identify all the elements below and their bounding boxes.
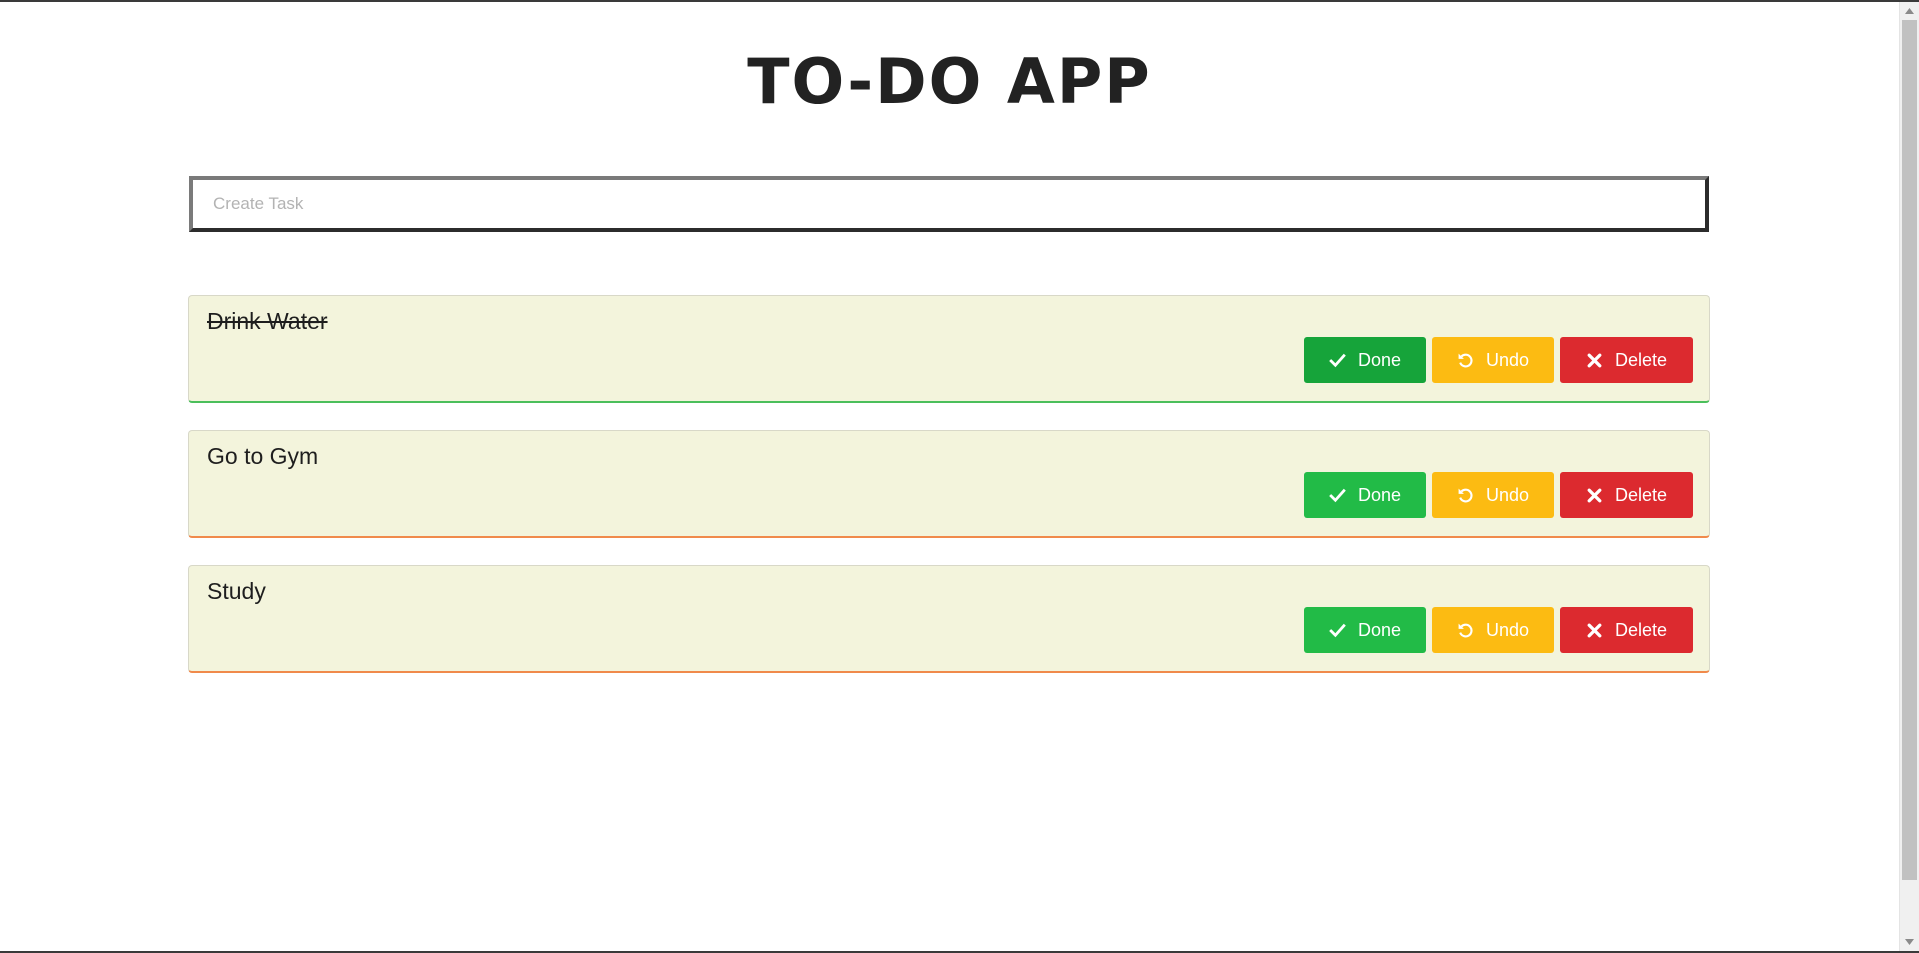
task-list: Drink Water Done Undo Delete Go to Gym D…	[188, 295, 1710, 700]
scroll-up-arrow-icon[interactable]	[1900, 2, 1919, 20]
task-actions: Done Undo Delete	[1304, 472, 1693, 518]
task-text: Go to Gym	[207, 443, 319, 469]
task-actions: Done Undo Delete	[1304, 337, 1693, 383]
task-card: Study Done Undo Delete	[188, 565, 1710, 673]
delete-label: Delete	[1614, 484, 1668, 505]
page-viewport: TO-DO APP Drink Water Done Undo Delete	[0, 2, 1899, 951]
check-icon	[1329, 488, 1346, 502]
delete-label: Delete	[1614, 619, 1668, 640]
task-card: Drink Water Done Undo Delete	[188, 295, 1710, 403]
done-label: Done	[1357, 349, 1402, 370]
undo-label: Undo	[1485, 484, 1530, 505]
scrollbar-thumb[interactable]	[1902, 20, 1917, 880]
delete-button[interactable]: Delete	[1560, 607, 1693, 653]
task-text: Drink Water	[207, 308, 328, 334]
task-actions: Done Undo Delete	[1304, 607, 1693, 653]
close-icon	[1587, 623, 1602, 637]
undo-label: Undo	[1485, 349, 1530, 370]
delete-label: Delete	[1614, 349, 1668, 370]
done-button[interactable]: Done	[1304, 607, 1426, 653]
undo-label: Undo	[1485, 619, 1530, 640]
done-button[interactable]: Done	[1304, 337, 1426, 383]
undo-button[interactable]: Undo	[1432, 472, 1554, 518]
task-card: Go to Gym Done Undo Delete	[188, 430, 1710, 538]
delete-button[interactable]: Delete	[1560, 472, 1693, 518]
done-button[interactable]: Done	[1304, 472, 1426, 518]
undo-icon	[1458, 488, 1473, 502]
vertical-scrollbar[interactable]	[1899, 2, 1919, 951]
done-label: Done	[1357, 619, 1402, 640]
undo-button[interactable]: Undo	[1432, 337, 1554, 383]
task-text: Study	[207, 578, 266, 604]
close-icon	[1587, 353, 1602, 367]
check-icon	[1329, 353, 1346, 367]
undo-icon	[1458, 623, 1473, 637]
close-icon	[1587, 488, 1602, 502]
scroll-down-arrow-icon[interactable]	[1900, 933, 1919, 951]
undo-icon	[1458, 353, 1473, 367]
done-label: Done	[1357, 484, 1402, 505]
undo-button[interactable]: Undo	[1432, 607, 1554, 653]
create-task-input[interactable]	[189, 176, 1709, 232]
app-title: TO-DO APP	[747, 45, 1152, 118]
check-icon	[1329, 623, 1346, 637]
delete-button[interactable]: Delete	[1560, 337, 1693, 383]
